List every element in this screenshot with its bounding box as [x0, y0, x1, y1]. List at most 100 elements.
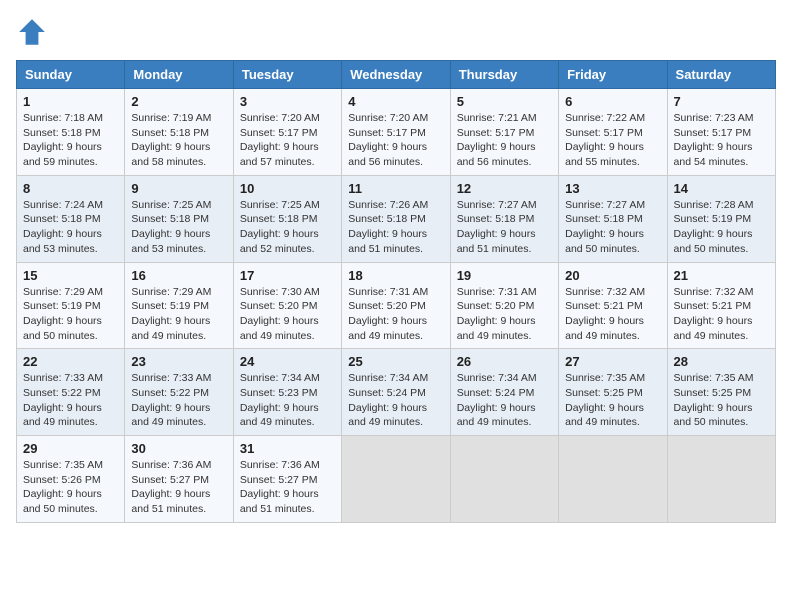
- calendar-cell: 19 Sunrise: 7:31 AMSunset: 5:20 PMDaylig…: [450, 262, 558, 349]
- day-number: 12: [457, 181, 552, 196]
- cell-content: Sunrise: 7:34 AMSunset: 5:24 PMDaylight:…: [348, 371, 443, 430]
- calendar-cell: 22 Sunrise: 7:33 AMSunset: 5:22 PMDaylig…: [17, 349, 125, 436]
- calendar-cell: 1 Sunrise: 7:18 AMSunset: 5:18 PMDayligh…: [17, 89, 125, 176]
- week-row: 8 Sunrise: 7:24 AMSunset: 5:18 PMDayligh…: [17, 175, 776, 262]
- calendar-body: 1 Sunrise: 7:18 AMSunset: 5:18 PMDayligh…: [17, 89, 776, 523]
- day-number: 2: [131, 94, 226, 109]
- header-cell-friday: Friday: [559, 61, 667, 89]
- cell-content: Sunrise: 7:20 AMSunset: 5:17 PMDaylight:…: [348, 111, 443, 170]
- calendar-cell: 7 Sunrise: 7:23 AMSunset: 5:17 PMDayligh…: [667, 89, 775, 176]
- calendar-cell: 4 Sunrise: 7:20 AMSunset: 5:17 PMDayligh…: [342, 89, 450, 176]
- cell-content: Sunrise: 7:24 AMSunset: 5:18 PMDaylight:…: [23, 198, 118, 257]
- calendar-cell: 3 Sunrise: 7:20 AMSunset: 5:17 PMDayligh…: [233, 89, 341, 176]
- cell-content: Sunrise: 7:32 AMSunset: 5:21 PMDaylight:…: [565, 285, 660, 344]
- week-row: 22 Sunrise: 7:33 AMSunset: 5:22 PMDaylig…: [17, 349, 776, 436]
- header-cell-thursday: Thursday: [450, 61, 558, 89]
- calendar-cell: 23 Sunrise: 7:33 AMSunset: 5:22 PMDaylig…: [125, 349, 233, 436]
- calendar-cell: 25 Sunrise: 7:34 AMSunset: 5:24 PMDaylig…: [342, 349, 450, 436]
- logo-icon: [16, 16, 48, 48]
- cell-content: Sunrise: 7:29 AMSunset: 5:19 PMDaylight:…: [131, 285, 226, 344]
- day-number: 30: [131, 441, 226, 456]
- cell-content: Sunrise: 7:25 AMSunset: 5:18 PMDaylight:…: [240, 198, 335, 257]
- day-number: 14: [674, 181, 769, 196]
- cell-content: Sunrise: 7:36 AMSunset: 5:27 PMDaylight:…: [131, 458, 226, 517]
- header-cell-saturday: Saturday: [667, 61, 775, 89]
- calendar-cell: 17 Sunrise: 7:30 AMSunset: 5:20 PMDaylig…: [233, 262, 341, 349]
- cell-content: Sunrise: 7:33 AMSunset: 5:22 PMDaylight:…: [23, 371, 118, 430]
- cell-content: Sunrise: 7:31 AMSunset: 5:20 PMDaylight:…: [457, 285, 552, 344]
- cell-content: Sunrise: 7:27 AMSunset: 5:18 PMDaylight:…: [457, 198, 552, 257]
- cell-content: Sunrise: 7:26 AMSunset: 5:18 PMDaylight:…: [348, 198, 443, 257]
- cell-content: Sunrise: 7:28 AMSunset: 5:19 PMDaylight:…: [674, 198, 769, 257]
- day-number: 21: [674, 268, 769, 283]
- calendar-cell: 21 Sunrise: 7:32 AMSunset: 5:21 PMDaylig…: [667, 262, 775, 349]
- calendar-cell: 12 Sunrise: 7:27 AMSunset: 5:18 PMDaylig…: [450, 175, 558, 262]
- calendar-cell: [342, 436, 450, 523]
- day-number: 15: [23, 268, 118, 283]
- calendar-cell: [559, 436, 667, 523]
- header-cell-tuesday: Tuesday: [233, 61, 341, 89]
- day-number: 10: [240, 181, 335, 196]
- day-number: 24: [240, 354, 335, 369]
- day-number: 31: [240, 441, 335, 456]
- day-number: 16: [131, 268, 226, 283]
- calendar-cell: 11 Sunrise: 7:26 AMSunset: 5:18 PMDaylig…: [342, 175, 450, 262]
- day-number: 20: [565, 268, 660, 283]
- calendar-cell: 15 Sunrise: 7:29 AMSunset: 5:19 PMDaylig…: [17, 262, 125, 349]
- calendar-cell: 2 Sunrise: 7:19 AMSunset: 5:18 PMDayligh…: [125, 89, 233, 176]
- header-cell-wednesday: Wednesday: [342, 61, 450, 89]
- day-number: 11: [348, 181, 443, 196]
- day-number: 18: [348, 268, 443, 283]
- week-row: 1 Sunrise: 7:18 AMSunset: 5:18 PMDayligh…: [17, 89, 776, 176]
- calendar-cell: 5 Sunrise: 7:21 AMSunset: 5:17 PMDayligh…: [450, 89, 558, 176]
- day-number: 27: [565, 354, 660, 369]
- day-number: 19: [457, 268, 552, 283]
- day-number: 1: [23, 94, 118, 109]
- cell-content: Sunrise: 7:36 AMSunset: 5:27 PMDaylight:…: [240, 458, 335, 517]
- calendar-cell: 20 Sunrise: 7:32 AMSunset: 5:21 PMDaylig…: [559, 262, 667, 349]
- cell-content: Sunrise: 7:29 AMSunset: 5:19 PMDaylight:…: [23, 285, 118, 344]
- header-cell-sunday: Sunday: [17, 61, 125, 89]
- cell-content: Sunrise: 7:21 AMSunset: 5:17 PMDaylight:…: [457, 111, 552, 170]
- day-number: 5: [457, 94, 552, 109]
- cell-content: Sunrise: 7:35 AMSunset: 5:25 PMDaylight:…: [674, 371, 769, 430]
- day-number: 4: [348, 94, 443, 109]
- calendar-cell: 18 Sunrise: 7:31 AMSunset: 5:20 PMDaylig…: [342, 262, 450, 349]
- calendar-cell: 26 Sunrise: 7:34 AMSunset: 5:24 PMDaylig…: [450, 349, 558, 436]
- calendar-cell: [667, 436, 775, 523]
- calendar-table: SundayMondayTuesdayWednesdayThursdayFrid…: [16, 60, 776, 523]
- calendar-cell: 27 Sunrise: 7:35 AMSunset: 5:25 PMDaylig…: [559, 349, 667, 436]
- cell-content: Sunrise: 7:23 AMSunset: 5:17 PMDaylight:…: [674, 111, 769, 170]
- calendar-cell: 6 Sunrise: 7:22 AMSunset: 5:17 PMDayligh…: [559, 89, 667, 176]
- week-row: 29 Sunrise: 7:35 AMSunset: 5:26 PMDaylig…: [17, 436, 776, 523]
- cell-content: Sunrise: 7:19 AMSunset: 5:18 PMDaylight:…: [131, 111, 226, 170]
- day-number: 22: [23, 354, 118, 369]
- day-number: 23: [131, 354, 226, 369]
- day-number: 3: [240, 94, 335, 109]
- day-number: 25: [348, 354, 443, 369]
- day-number: 7: [674, 94, 769, 109]
- calendar-cell: 8 Sunrise: 7:24 AMSunset: 5:18 PMDayligh…: [17, 175, 125, 262]
- page-header: [16, 16, 776, 48]
- header-row: SundayMondayTuesdayWednesdayThursdayFrid…: [17, 61, 776, 89]
- day-number: 26: [457, 354, 552, 369]
- cell-content: Sunrise: 7:20 AMSunset: 5:17 PMDaylight:…: [240, 111, 335, 170]
- cell-content: Sunrise: 7:31 AMSunset: 5:20 PMDaylight:…: [348, 285, 443, 344]
- calendar-cell: 16 Sunrise: 7:29 AMSunset: 5:19 PMDaylig…: [125, 262, 233, 349]
- day-number: 28: [674, 354, 769, 369]
- header-cell-monday: Monday: [125, 61, 233, 89]
- cell-content: Sunrise: 7:22 AMSunset: 5:17 PMDaylight:…: [565, 111, 660, 170]
- cell-content: Sunrise: 7:27 AMSunset: 5:18 PMDaylight:…: [565, 198, 660, 257]
- cell-content: Sunrise: 7:33 AMSunset: 5:22 PMDaylight:…: [131, 371, 226, 430]
- calendar-cell: 10 Sunrise: 7:25 AMSunset: 5:18 PMDaylig…: [233, 175, 341, 262]
- week-row: 15 Sunrise: 7:29 AMSunset: 5:19 PMDaylig…: [17, 262, 776, 349]
- cell-content: Sunrise: 7:34 AMSunset: 5:23 PMDaylight:…: [240, 371, 335, 430]
- day-number: 6: [565, 94, 660, 109]
- cell-content: Sunrise: 7:25 AMSunset: 5:18 PMDaylight:…: [131, 198, 226, 257]
- cell-content: Sunrise: 7:34 AMSunset: 5:24 PMDaylight:…: [457, 371, 552, 430]
- calendar-cell: 9 Sunrise: 7:25 AMSunset: 5:18 PMDayligh…: [125, 175, 233, 262]
- cell-content: Sunrise: 7:30 AMSunset: 5:20 PMDaylight:…: [240, 285, 335, 344]
- calendar-cell: 31 Sunrise: 7:36 AMSunset: 5:27 PMDaylig…: [233, 436, 341, 523]
- cell-content: Sunrise: 7:35 AMSunset: 5:26 PMDaylight:…: [23, 458, 118, 517]
- calendar-cell: 29 Sunrise: 7:35 AMSunset: 5:26 PMDaylig…: [17, 436, 125, 523]
